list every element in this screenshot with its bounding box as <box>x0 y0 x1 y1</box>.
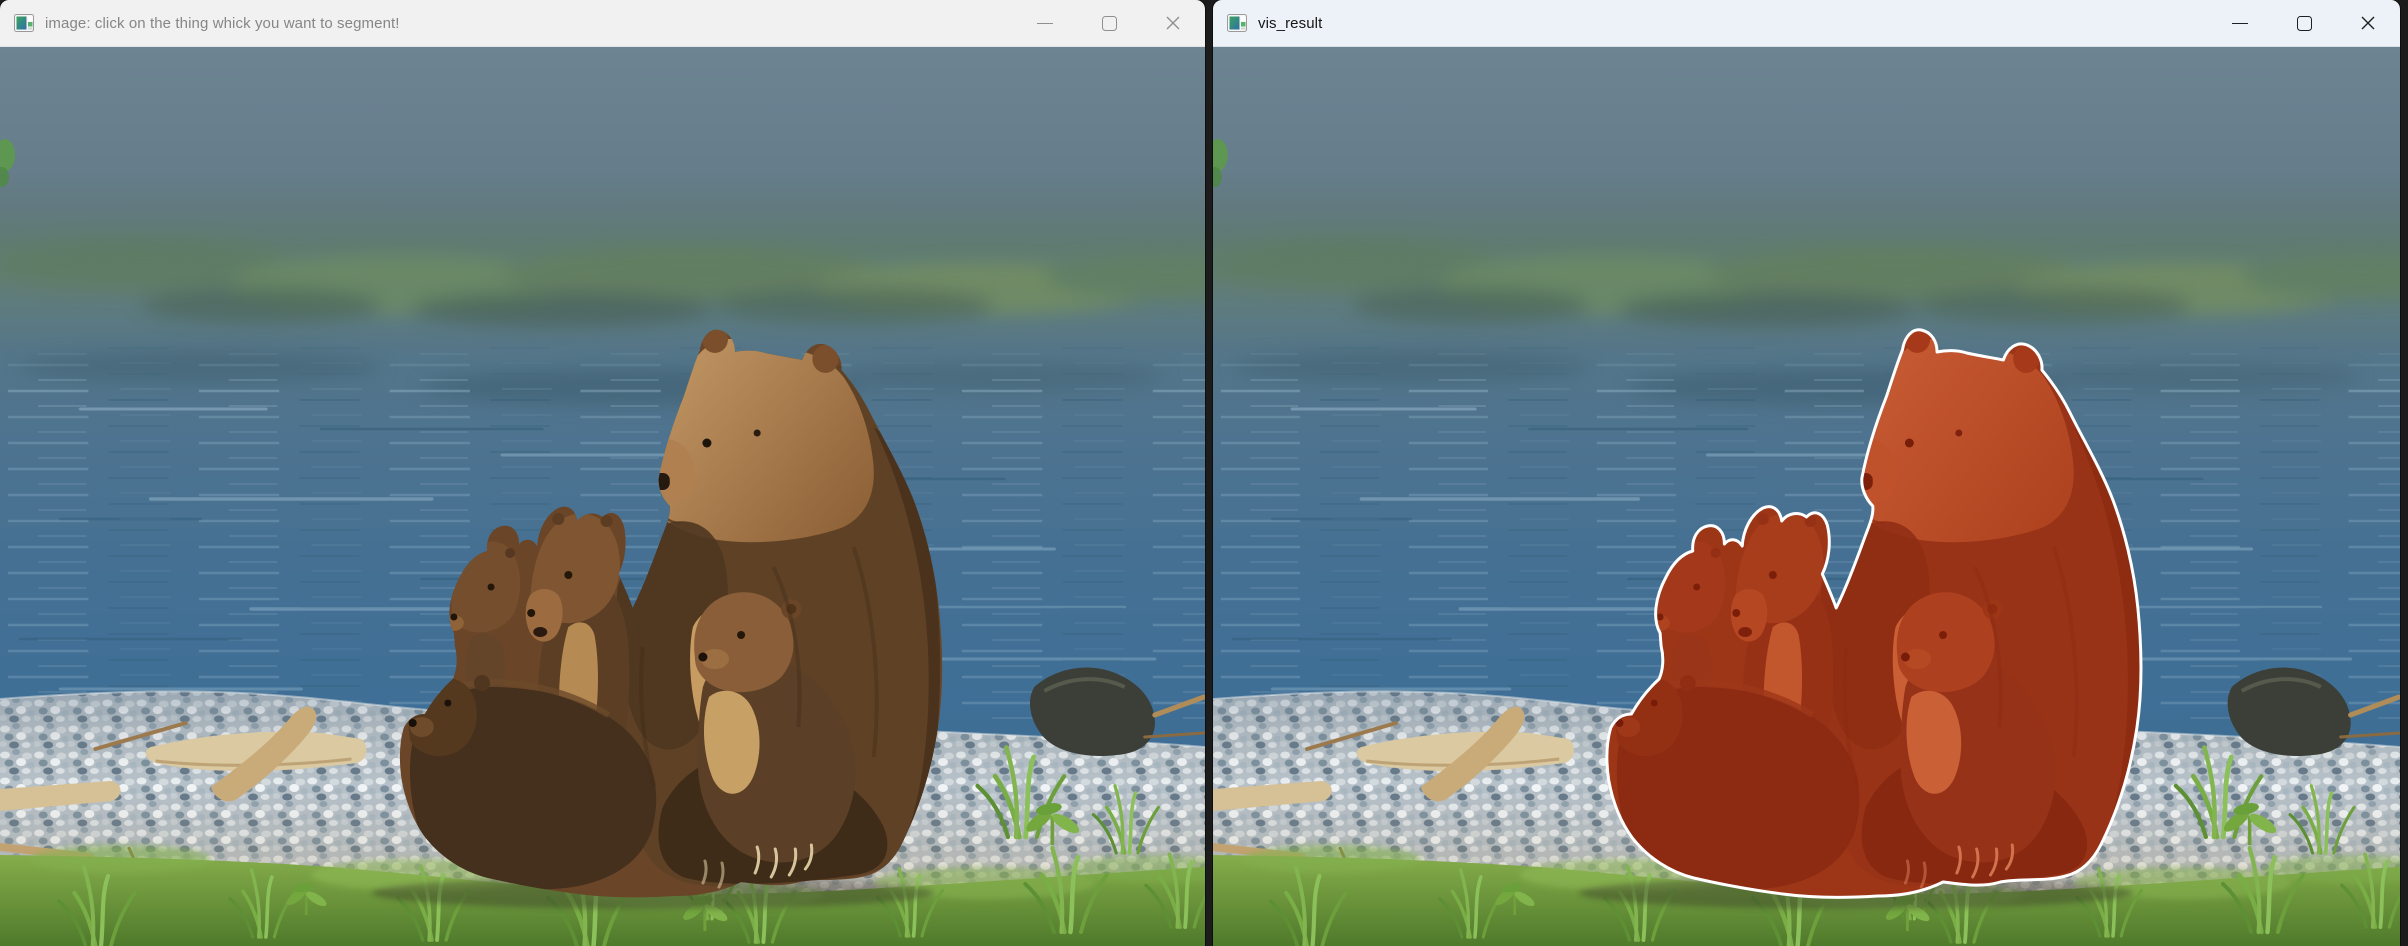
window-controls <box>1013 0 1205 47</box>
bear-family-photo <box>0 47 1205 946</box>
minimize-icon <box>2232 23 2248 24</box>
minimize-button[interactable] <box>2208 0 2272 47</box>
window-title: vis_result <box>1258 15 1322 32</box>
window-vis-result: vis_result <box>1213 0 2400 946</box>
close-icon <box>1165 15 1181 31</box>
opencv-image-icon <box>14 13 34 33</box>
minimize-icon <box>1037 23 1053 24</box>
window-controls <box>2208 0 2400 47</box>
maximize-icon <box>1102 16 1117 31</box>
titlebar-vis-result[interactable]: vis_result <box>1213 0 2400 47</box>
maximize-button[interactable] <box>2272 0 2336 47</box>
image-canvas[interactable] <box>0 47 1205 946</box>
close-button[interactable] <box>1141 0 1205 47</box>
maximize-icon <box>2297 16 2312 31</box>
minimize-button[interactable] <box>1013 0 1077 47</box>
segmentation-result-image <box>1213 47 2400 946</box>
opencv-image-icon <box>1227 13 1247 33</box>
window-image: image: click on the thing whick you want… <box>0 0 1205 946</box>
titlebar-image[interactable]: image: click on the thing whick you want… <box>0 0 1205 47</box>
window-title: image: click on the thing whick you want… <box>45 15 400 32</box>
result-canvas <box>1213 47 2400 946</box>
close-button[interactable] <box>2336 0 2400 47</box>
close-icon <box>2360 15 2376 31</box>
maximize-button[interactable] <box>1077 0 1141 47</box>
